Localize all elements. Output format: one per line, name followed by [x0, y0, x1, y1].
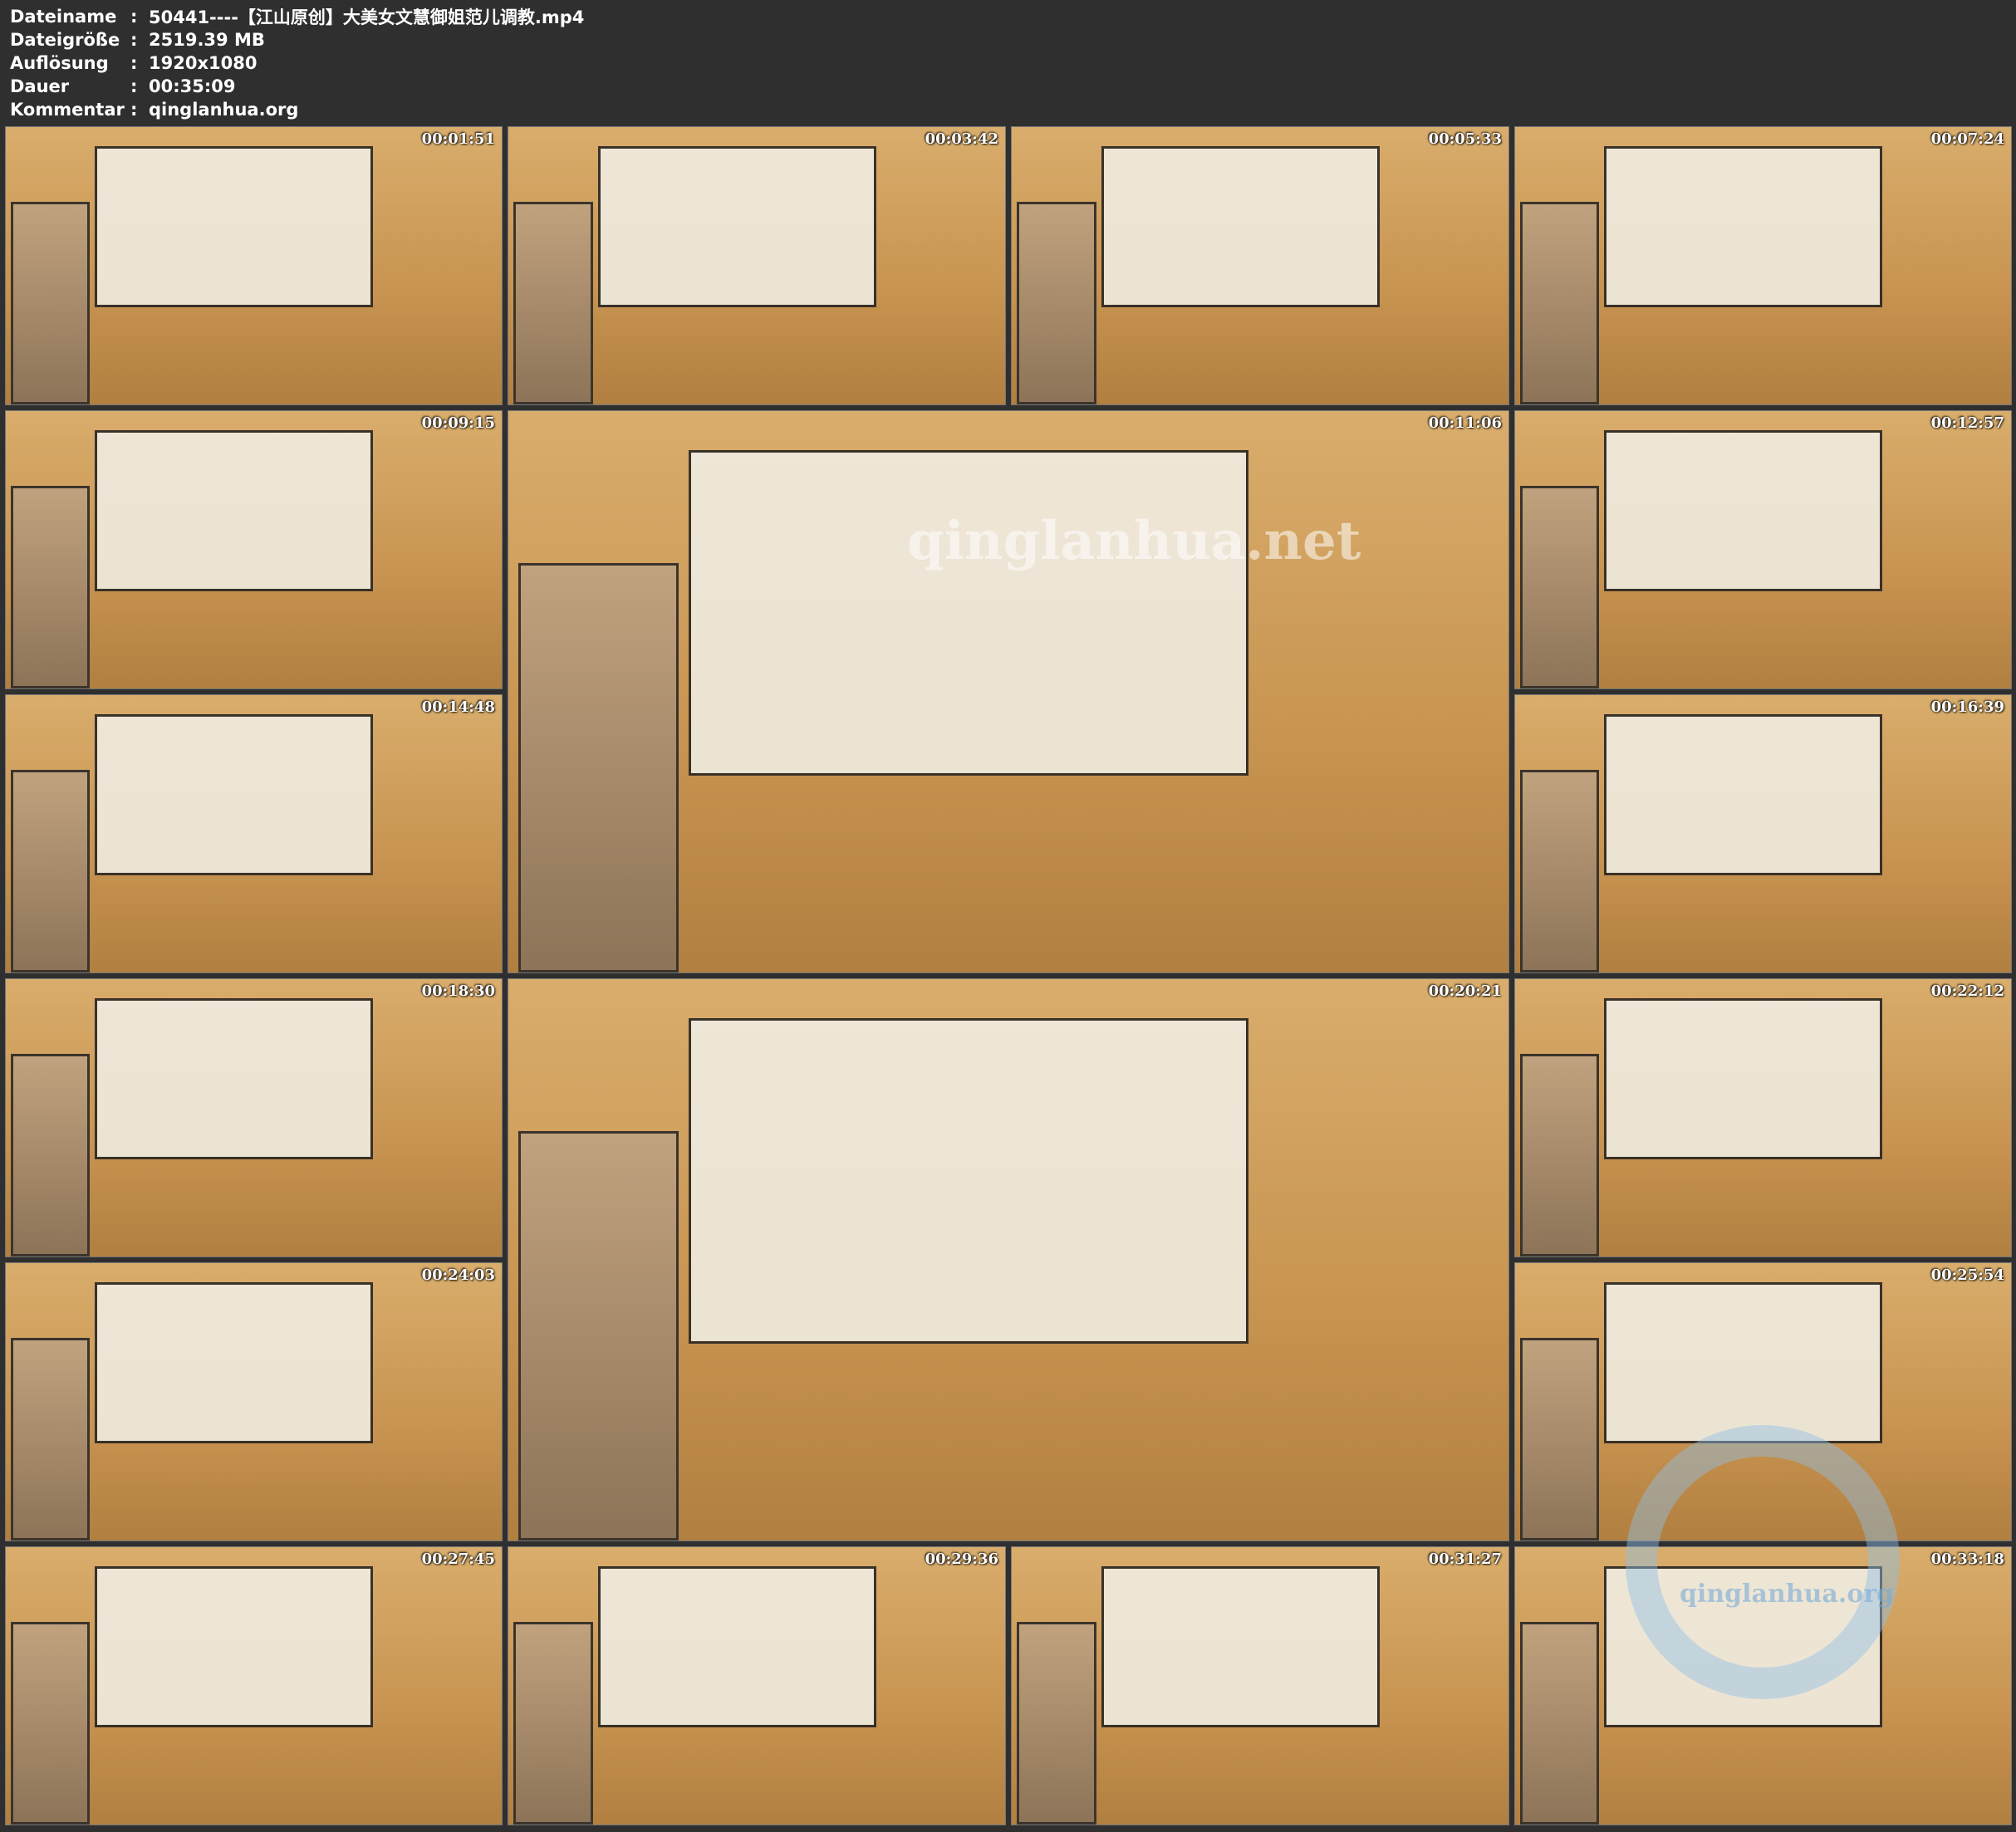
frame-timecode: 00:03:42 — [925, 130, 998, 148]
video-frame-thumbnail: 00:22:12 — [1514, 978, 2012, 1257]
video-frame-thumbnail: 00:12:57 — [1514, 410, 2012, 689]
info-row-filename: Dateiname : 50441----【江山原创】大美女文慧御姐范儿调教.m… — [10, 5, 584, 28]
info-label: Kommentar — [10, 100, 125, 120]
frame-timecode: 00:31:27 — [1428, 1550, 1502, 1568]
info-separator: : — [130, 100, 138, 120]
frame-timecode: 00:16:39 — [1930, 698, 2004, 716]
video-frame-thumbnail: 00:31:27 — [1011, 1546, 1509, 1825]
info-row-duration: Dauer : 00:35:09 — [10, 75, 235, 98]
video-frame-thumbnail: 00:29:36 — [508, 1546, 1006, 1825]
video-frame-thumbnail: 00:09:15 — [5, 410, 503, 689]
info-separator: : — [130, 76, 138, 96]
thumbnail-grid: 00:01:51 00:03:42 00:05:33 00:07:24 00:0… — [0, 126, 2016, 1832]
info-row-comment: Kommentar : qinglanhua.org — [10, 98, 298, 121]
info-label: Dateigröße — [10, 30, 120, 50]
frame-timecode: 00:05:33 — [1428, 130, 1502, 148]
frame-timecode: 00:14:48 — [421, 698, 495, 716]
video-frame-thumbnail: 00:03:42 — [508, 126, 1006, 405]
frame-timecode: 00:22:12 — [1930, 982, 2004, 1000]
video-frame-large: 00:20:21 — [508, 978, 1509, 1541]
watermark-logo-text: qinglanhua.org — [1680, 1580, 1895, 1609]
video-frame-thumbnail: 00:05:33 — [1011, 126, 1509, 405]
info-separator: : — [130, 53, 138, 73]
watermark-logo-icon — [1626, 1425, 1900, 1699]
frame-timecode: 00:09:15 — [421, 414, 495, 432]
info-value: 50441----【江山原创】大美女文慧御姐范儿调教.mp4 — [149, 7, 585, 27]
frame-timecode: 00:07:24 — [1930, 130, 2004, 148]
info-separator: : — [130, 7, 138, 27]
info-value: 2519.39 MB — [149, 30, 265, 50]
frame-timecode: 00:18:30 — [421, 982, 495, 1000]
file-info-header: Dateiname : 50441----【江山原创】大美女文慧御姐范儿调教.m… — [0, 0, 2016, 126]
info-row-resolution: Auflösung : 1920x1080 — [10, 51, 257, 75]
frame-timecode: 00:12:57 — [1930, 414, 2004, 432]
info-value: 1920x1080 — [149, 53, 258, 73]
frame-timecode: 00:29:36 — [925, 1550, 998, 1568]
video-frame-thumbnail: 00:18:30 — [5, 978, 503, 1257]
frame-timecode: 00:25:54 — [1930, 1266, 2004, 1284]
video-frame-thumbnail: 00:27:45 — [5, 1546, 503, 1825]
frame-timecode: 00:01:51 — [421, 130, 495, 148]
video-frame-thumbnail: 00:01:51 — [5, 126, 503, 405]
frame-timecode: 00:33:18 — [1930, 1550, 2004, 1568]
frame-timecode: 00:11:06 — [1428, 414, 1502, 432]
info-label: Auflösung — [10, 53, 109, 73]
video-frame-thumbnail: 00:07:24 — [1514, 126, 2012, 405]
video-frame-thumbnail: 00:14:48 — [5, 694, 503, 973]
frame-timecode: 00:27:45 — [421, 1550, 495, 1568]
video-frame-thumbnail: 00:24:03 — [5, 1262, 503, 1541]
frame-timecode: 00:20:21 — [1428, 982, 1502, 1000]
video-frame-thumbnail: 00:16:39 — [1514, 694, 2012, 973]
info-row-filesize: Dateigröße : 2519.39 MB — [10, 28, 265, 51]
info-separator: : — [130, 30, 138, 50]
info-label: Dauer — [10, 76, 70, 96]
info-label: Dateiname — [10, 7, 117, 27]
info-value: qinglanhua.org — [149, 100, 299, 120]
watermark-text: qinglanhua.net — [907, 510, 1361, 572]
video-frame-large: 00:11:06 — [508, 410, 1509, 973]
info-value: 00:35:09 — [149, 76, 236, 96]
frame-timecode: 00:24:03 — [421, 1266, 495, 1284]
